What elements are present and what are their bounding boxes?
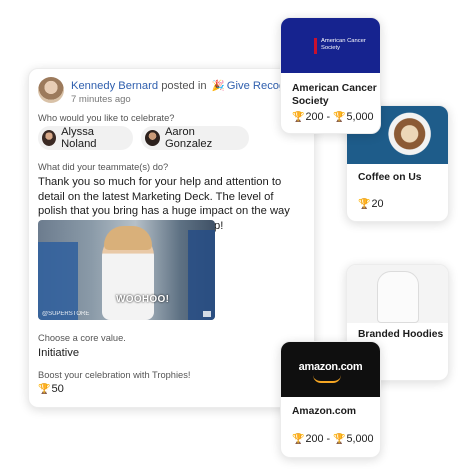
gif-logo bbox=[203, 311, 211, 317]
recipient-chip[interactable]: Aaron Gonzalez bbox=[141, 126, 249, 150]
reward-range: 🏆200 - 🏆5,000 bbox=[292, 433, 374, 445]
core-value-label: Choose a core value. bbox=[38, 333, 126, 343]
reward-card-american-cancer-society[interactable]: American Cancer Society American Cancer … bbox=[280, 17, 381, 134]
reward-title: Coffee on Us bbox=[358, 172, 422, 183]
celebrate-label: Who would you like to celebrate? bbox=[38, 113, 175, 123]
acs-logo: American Cancer Society bbox=[281, 18, 380, 73]
recipient-avatar bbox=[42, 130, 57, 146]
reward-title: American Cancer Society bbox=[292, 83, 377, 107]
recipient-chip[interactable]: Alyssa Noland bbox=[38, 126, 133, 150]
did-label: What did your teammate(s) do? bbox=[38, 162, 169, 172]
hoodie-image bbox=[347, 265, 448, 323]
reward-title: Branded Hoodies bbox=[358, 329, 444, 340]
posted-in-text: posted in bbox=[161, 80, 207, 92]
recipient-name: Alyssa Noland bbox=[61, 126, 97, 150]
reward-card-amazon[interactable]: amazon.com Amazon.com 🏆200 - 🏆5,000 bbox=[280, 341, 381, 458]
trophy-icon: 🏆 bbox=[358, 199, 371, 210]
boost-amount[interactable]: 🏆50 bbox=[38, 383, 64, 395]
boost-label: Boost your celebration with Trophies! bbox=[38, 370, 191, 380]
author-name[interactable]: Kennedy Bernard bbox=[71, 80, 158, 92]
reward-range: 🏆200 - 🏆5,000 bbox=[292, 111, 374, 123]
trophy-icon: 🏆 bbox=[38, 384, 51, 395]
recognition-post: Kennedy Bernard posted in 🎉 Give Recognit… bbox=[28, 68, 315, 408]
core-value[interactable]: Initiative bbox=[38, 347, 79, 359]
party-popper-icon: 🎉 bbox=[211, 80, 225, 92]
celebration-gif[interactable]: WOOHOO! @SUPERSTORE bbox=[38, 220, 215, 320]
gif-caption: WOOHOO! bbox=[116, 294, 170, 305]
trophy-icon: 🏆 bbox=[292, 434, 305, 445]
post-timestamp: 7 minutes ago bbox=[71, 94, 131, 105]
gif-tag: @SUPERSTORE bbox=[42, 311, 90, 317]
recipient-avatar bbox=[145, 130, 160, 146]
amazon-logo: amazon.com bbox=[281, 342, 380, 397]
trophy-icon: 🏆 bbox=[333, 112, 346, 123]
trophy-icon: 🏆 bbox=[333, 434, 346, 445]
post-header: Kennedy Bernard posted in 🎉 Give Recognit… bbox=[38, 77, 312, 111]
author-avatar bbox=[38, 77, 64, 103]
reward-title: Amazon.com bbox=[292, 406, 357, 417]
recipient-name: Aaron Gonzalez bbox=[164, 126, 213, 150]
post-header-line: Kennedy Bernard posted in 🎉 Give Recognit… bbox=[71, 79, 312, 92]
trophy-icon: 🏆 bbox=[292, 112, 305, 123]
reward-amount: 🏆20 bbox=[358, 198, 384, 210]
